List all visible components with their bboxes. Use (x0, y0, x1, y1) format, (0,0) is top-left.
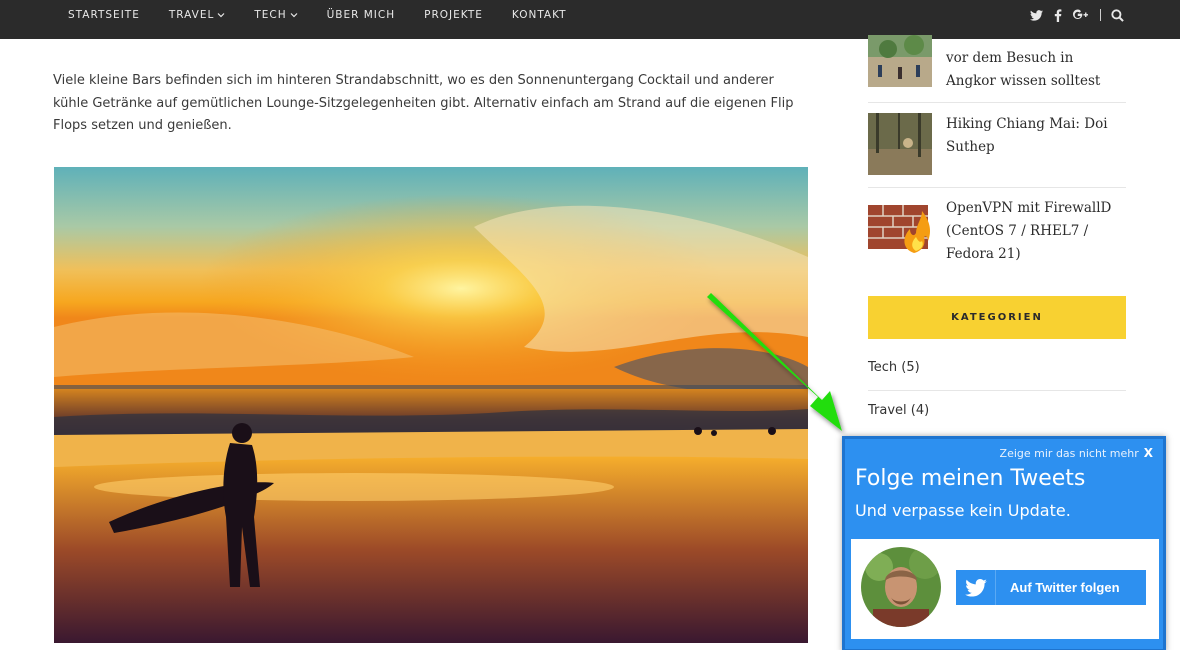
twitter-bird-icon (956, 570, 996, 605)
follow-button-label: Auf Twitter folgen (1010, 580, 1120, 595)
dismiss-label: Zeige mir das nicht mehr (999, 446, 1139, 460)
follow-on-twitter-button[interactable]: Auf Twitter folgen (956, 570, 1146, 605)
google-plus-icon[interactable] (1072, 8, 1088, 22)
nav-label: TRAVEL (168, 9, 215, 21)
nav-item-travel[interactable]: TRAVEL (169, 9, 225, 21)
post-title[interactable]: vor dem Besuch in Angkor wissen solltest (946, 47, 1126, 93)
post-title[interactable]: OpenVPN mit FirewallD (CentOS 7 / RHEL7 … (946, 197, 1126, 266)
article-paragraph: Viele kleine Bars befinden sich im hinte… (53, 73, 794, 133)
chevron-down-icon (290, 13, 298, 18)
green-arrow-annotation (707, 293, 842, 431)
social-links (1028, 0, 1180, 30)
popup-subtitle: Und verpasse kein Update. (855, 501, 1071, 520)
twitter-icon[interactable] (1028, 8, 1044, 22)
post-thumbnail (868, 113, 932, 175)
close-icon[interactable]: X (1144, 446, 1153, 460)
nav-item-kontakt[interactable]: KONTAKT (512, 9, 567, 21)
nav-item-startseite[interactable]: STARTSEITE (68, 9, 140, 21)
nav-item-projekte[interactable]: PROJEKTE (424, 9, 483, 21)
search-icon[interactable] (1109, 8, 1125, 22)
nav-label: TECH (254, 9, 287, 21)
popup-content-box: Auf Twitter folgen (851, 539, 1159, 639)
nav-label: STARTSEITE (68, 9, 140, 21)
sidebar-post-angkor[interactable]: vor dem Besuch in Angkor wissen solltest (868, 35, 1126, 93)
main-menu: STARTSEITE TRAVEL TECH ÜBER MICH PROJEKT… (68, 0, 596, 30)
top-navigation-bar: STARTSEITE TRAVEL TECH ÜBER MICH PROJEKT… (0, 0, 1180, 39)
category-link-travel[interactable]: Travel (4) (868, 403, 929, 418)
nav-item-ueber-mich[interactable]: ÜBER MICH (327, 9, 396, 21)
facebook-icon[interactable] (1050, 8, 1066, 22)
nav-label: PROJEKTE (424, 9, 483, 21)
divider (868, 102, 1126, 103)
post-thumbnail (868, 35, 932, 87)
divider (868, 390, 1126, 391)
sidebar-post-openvpn[interactable]: OpenVPN mit FirewallD (CentOS 7 / RHEL7 … (868, 197, 1126, 266)
categories-heading: KATEGORIEN (868, 296, 1126, 339)
divider (868, 187, 1126, 188)
category-link-tech[interactable]: Tech (5) (868, 360, 920, 375)
chevron-down-icon (217, 13, 225, 18)
post-thumbnail (868, 197, 932, 259)
avatar (861, 547, 941, 627)
dismiss-popup-link[interactable]: Zeige mir das nicht mehr X (1000, 446, 1153, 460)
nav-label: ÜBER MICH (326, 9, 396, 21)
post-title[interactable]: Hiking Chiang Mai: Doi Suthep (946, 113, 1126, 175)
nav-item-tech[interactable]: TECH (254, 9, 298, 21)
twitter-follow-popup: Zeige mir das nicht mehr X Folge meinen … (842, 436, 1166, 650)
nav-label: KONTAKT (511, 9, 567, 21)
popup-title: Folge meinen Tweets (855, 466, 1086, 491)
sidebar-post-chiang-mai[interactable]: Hiking Chiang Mai: Doi Suthep (868, 113, 1126, 175)
divider (1100, 9, 1101, 21)
